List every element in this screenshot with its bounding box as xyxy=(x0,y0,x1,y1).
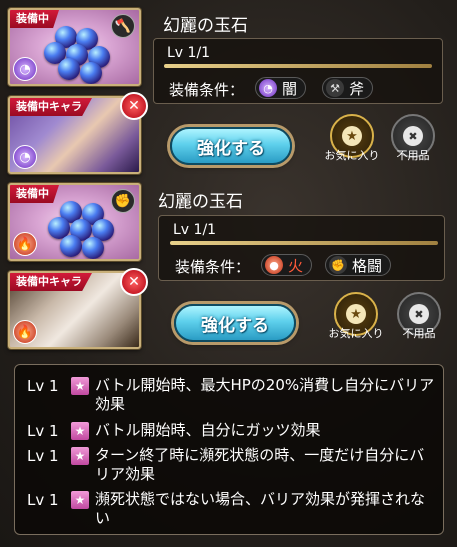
fire-element-icon: 🔥 xyxy=(13,232,37,256)
favorite-label: お気に入り xyxy=(328,327,384,340)
star-icon: ★ xyxy=(71,377,89,395)
level-text: Lv 1/1 xyxy=(167,45,211,61)
effect-text: ターン終了時に瀕死状態の時、一度だけ自分にバリア効果 xyxy=(95,446,425,483)
axe-icon: ⚒ xyxy=(326,79,344,97)
condition-weapon-type: ⚒ 斧 xyxy=(322,77,374,99)
equip-condition-label: 装備条件： xyxy=(175,258,251,276)
upgrade-button[interactable]: 強化する xyxy=(170,127,292,165)
orb-image xyxy=(80,62,102,84)
effect-level: Lv 1 xyxy=(27,377,59,395)
condition-weapon-type: ✊ 格闘 xyxy=(325,254,392,276)
orb-image xyxy=(60,235,82,257)
axe-icon: 🪓 xyxy=(111,14,135,38)
star-icon: ★ xyxy=(71,422,89,440)
dark-element-icon: ◔ xyxy=(13,145,37,169)
level-text: Lv 1/1 xyxy=(173,222,217,238)
upgrade-button[interactable]: 強化する xyxy=(174,304,296,342)
item-info-panel: Lv 1/1 装備条件： ◔ 闇 ⚒ 斧 xyxy=(153,38,443,104)
equipped-badge: 装備中 xyxy=(10,10,59,28)
item-name: 幻麗の玉石 xyxy=(163,16,248,36)
effect-text: バトル開始時、自分にガッツ効果 xyxy=(95,421,321,439)
junk-icon: ✖ xyxy=(403,126,423,146)
junk-icon: ✖ xyxy=(409,304,429,324)
condition-weapon-label: 格闘 xyxy=(352,256,383,275)
effect-text: 瀕死状態ではない場合、バリア効果が発揮されない xyxy=(95,490,426,527)
item-name: 幻麗の玉石 xyxy=(158,192,243,212)
equipped-character-badge: 装備中キャラ xyxy=(10,273,92,291)
effect-level: Lv 1 xyxy=(27,422,59,440)
orb-image xyxy=(58,58,80,80)
skill-effects-panel: Lv 1 ★ バトル開始時、最大HPの20%消費し自分にバリア効果 Lv 1 ★… xyxy=(14,364,444,535)
star-icon: ★ xyxy=(71,491,89,509)
effect-level: Lv 1 xyxy=(27,447,59,465)
item-info-panel: Lv 1/1 装備条件： ● 火 ✊ 格闘 xyxy=(158,215,445,281)
equipped-badge: 装備中 xyxy=(10,185,59,203)
level-bar xyxy=(164,64,432,68)
weapon-card-2[interactable]: 装備中 ✊ 🔥 xyxy=(8,183,141,261)
dark-element-icon: ◔ xyxy=(13,57,37,81)
condition-element-label: 闇 xyxy=(282,79,298,98)
remove-character-button[interactable]: ✕ xyxy=(120,92,148,120)
condition-weapon-label: 斧 xyxy=(349,79,365,98)
condition-element: ◔ 闇 xyxy=(255,77,307,99)
weapon-card-1[interactable]: 装備中 🪓 ◔ xyxy=(8,8,141,86)
level-bar xyxy=(170,241,438,245)
dark-element-icon: ◔ xyxy=(259,79,277,97)
orb-image xyxy=(82,237,104,259)
fire-element-icon: 🔥 xyxy=(13,320,37,344)
star-icon: ★ xyxy=(71,447,89,465)
star-icon: ★ xyxy=(346,304,366,324)
equip-condition-label: 装備条件： xyxy=(169,81,245,99)
remove-character-button[interactable]: ✕ xyxy=(120,268,148,296)
effect-text: バトル開始時、最大HPの20%消費し自分にバリア効果 xyxy=(95,376,435,413)
junk-label: 不用品 xyxy=(396,149,430,162)
fist-icon: ✊ xyxy=(329,256,347,274)
fist-icon: ✊ xyxy=(111,189,135,213)
condition-element-label: 火 xyxy=(288,256,304,275)
fire-element-icon: ● xyxy=(265,256,283,274)
star-icon: ★ xyxy=(342,126,362,146)
condition-element: ● 火 xyxy=(261,254,313,276)
effect-level: Lv 1 xyxy=(27,491,59,509)
junk-label: 不用品 xyxy=(402,327,436,340)
favorite-label: お気に入り xyxy=(324,149,380,162)
equipped-character-badge: 装備中キャラ xyxy=(10,98,92,116)
